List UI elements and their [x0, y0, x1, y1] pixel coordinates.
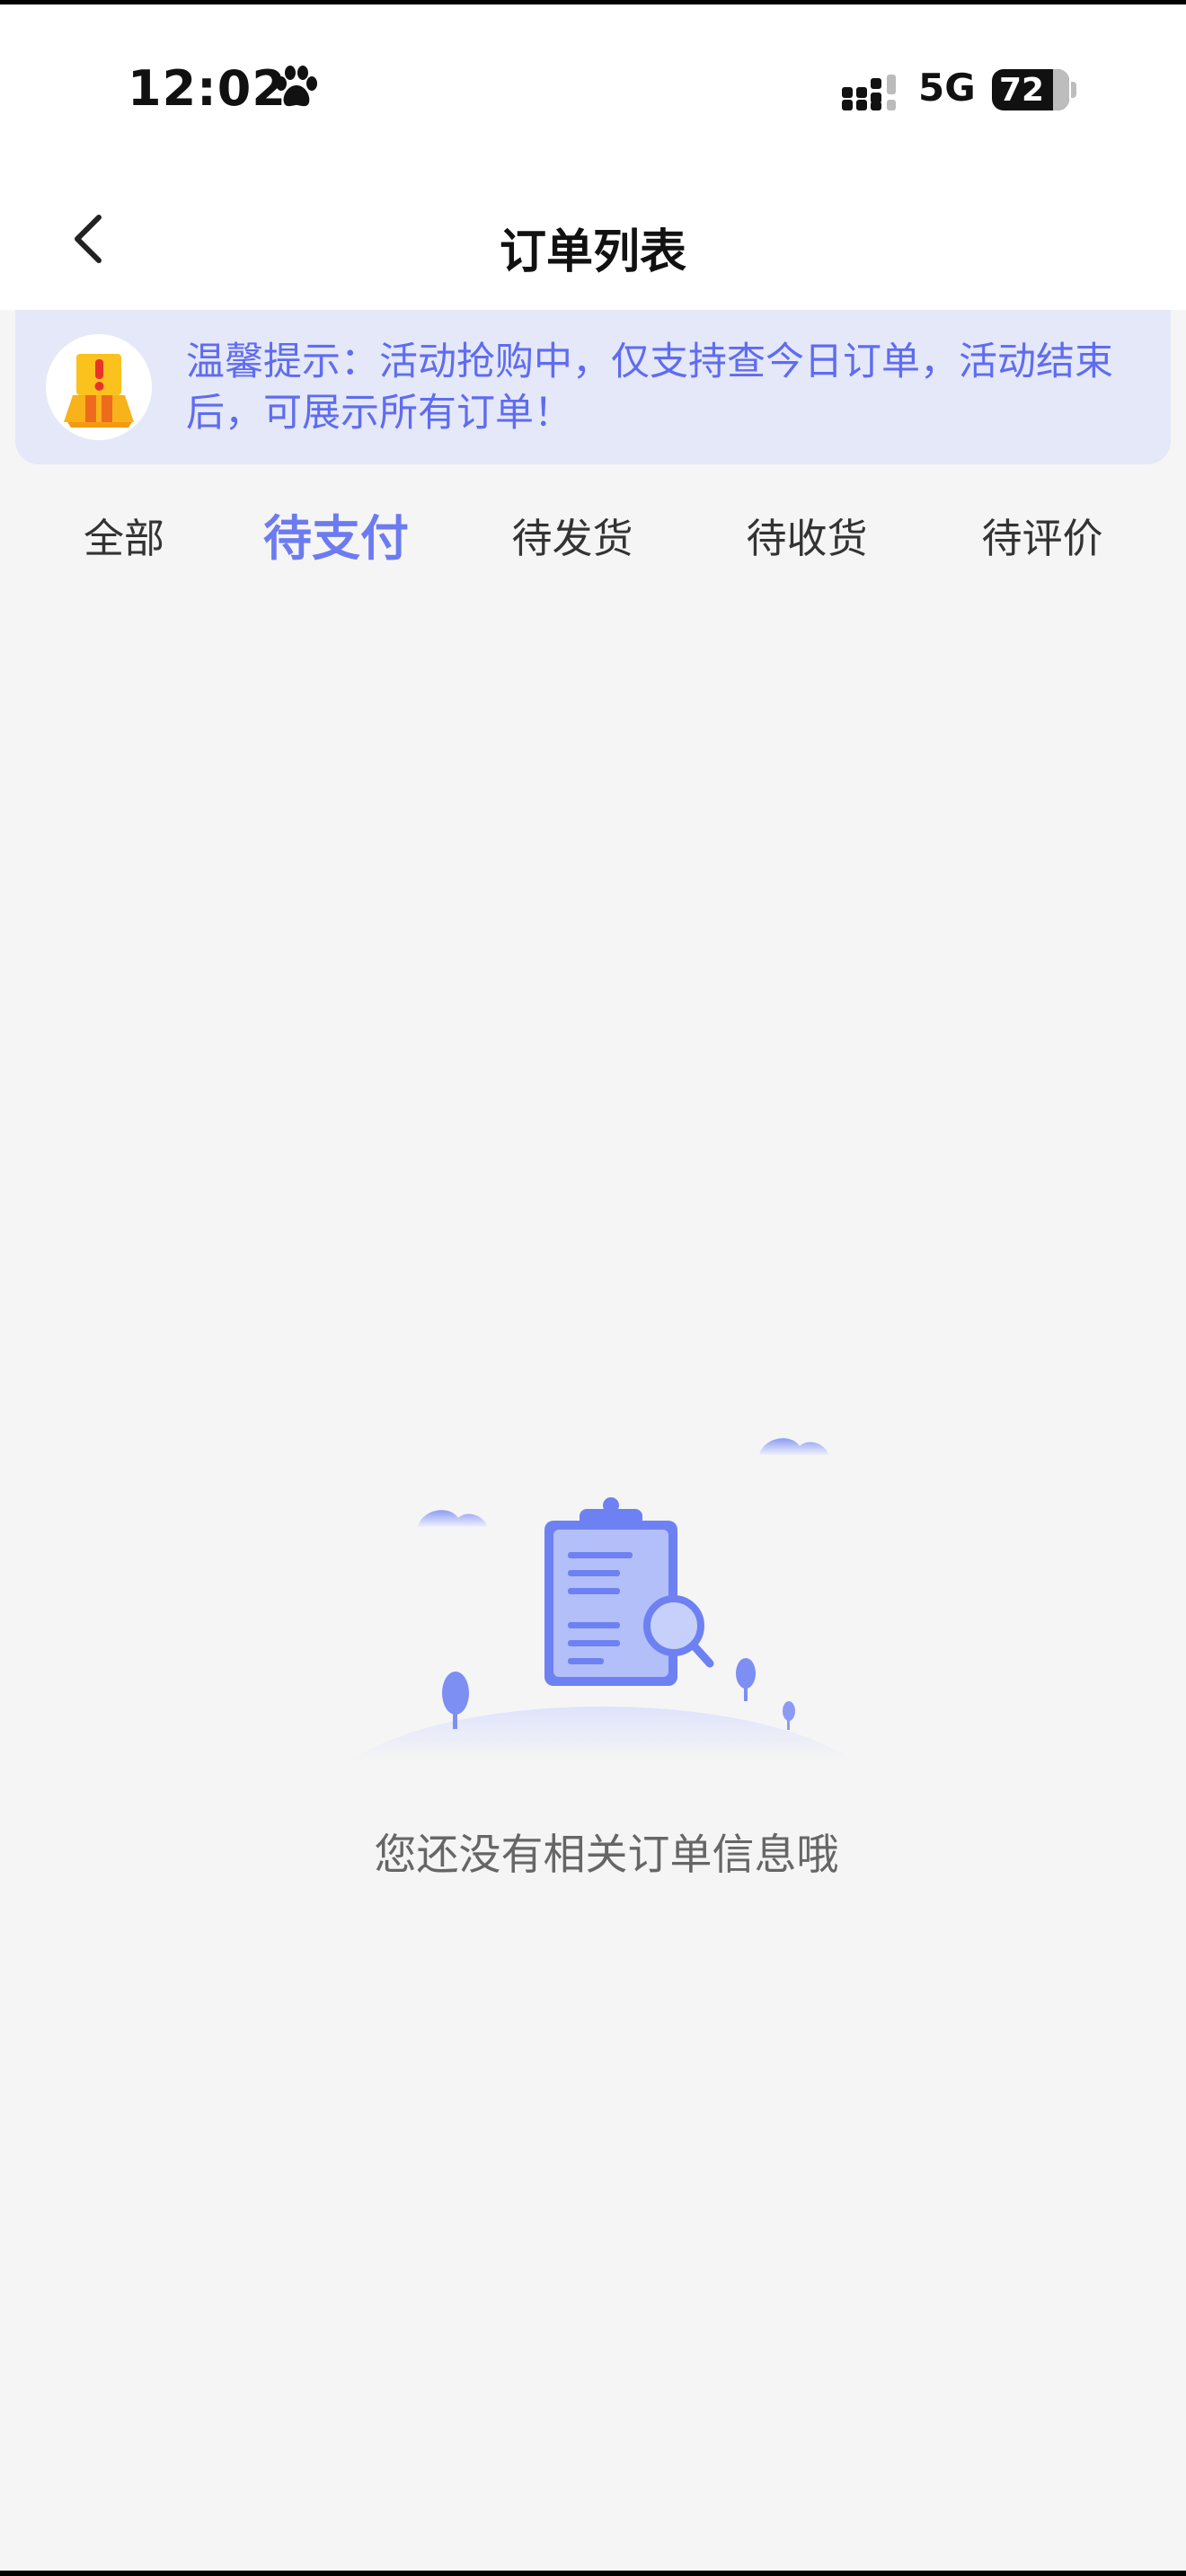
signal-icon [842, 75, 896, 110]
notice-text: 温馨提示：活动抢购中，仅支持查今日订单，活动结束后，可展示所有订单！ [186, 340, 1113, 436]
bottom-edge [0, 2571, 1186, 2576]
battery-tip [1071, 82, 1076, 98]
paw-icon [276, 66, 317, 107]
clipboard-search-illustration [350, 1438, 854, 1760]
tab-pending-review[interactable]: 待评价 [952, 503, 1132, 575]
page-title: 订单列表 [499, 225, 686, 279]
status-bar: 12:02 5G 72 [0, 4, 1186, 171]
notice-banner: 温馨提示：活动抢购中，仅支持查今日订单，活动结束后，可展示所有订单！ [15, 310, 1171, 464]
tab-all[interactable]: 全部 [34, 503, 214, 575]
status-time: 12:02 [128, 60, 287, 117]
battery-level: 72 [999, 72, 1045, 109]
order-status-tabs: 全部 待支付 待发货 待收货 待评价 [0, 503, 1186, 575]
nav-bar: 订单列表 [0, 171, 1186, 310]
warning-sign-icon [46, 334, 152, 440]
tab-pending-shipment[interactable]: 待发货 [482, 503, 662, 575]
battery-icon: 72 [992, 69, 1069, 110]
tab-pending-receipt[interactable]: 待收货 [717, 503, 897, 575]
empty-state-message: 您还没有相关订单信息哦 [374, 1831, 839, 1880]
tab-pending-payment[interactable]: 待支付 [246, 503, 426, 575]
network-type: 5G [918, 66, 976, 110]
